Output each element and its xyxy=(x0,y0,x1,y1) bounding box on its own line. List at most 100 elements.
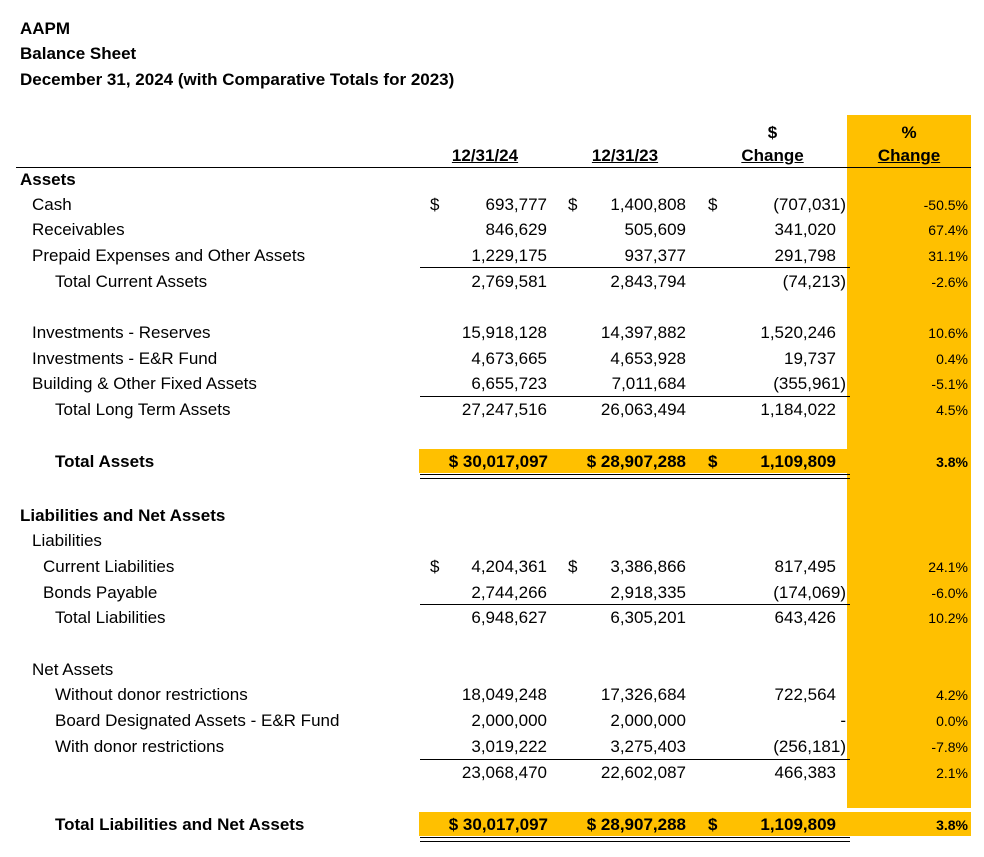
double-rule-total-assets xyxy=(420,474,850,479)
subtotal-rule-long-term-assets xyxy=(420,396,850,397)
value-2023: 937,377 xyxy=(624,246,686,265)
row-label: Net Assets xyxy=(32,660,114,679)
dollar-change: 291,798 xyxy=(774,246,836,265)
dollar-change: (74,213) xyxy=(782,272,846,291)
percent-change: 3.8% xyxy=(936,454,968,470)
col-header-pct-top: % xyxy=(901,123,917,142)
dollar-change: - xyxy=(840,711,846,730)
dollar-change: (174,069) xyxy=(773,583,846,602)
value-2023: 7,011,684 xyxy=(611,374,686,393)
value-2024: 2,744,266 xyxy=(471,583,547,602)
value-2024: 2,769,581 xyxy=(471,272,547,291)
value-2024: 3,019,222 xyxy=(471,737,547,756)
percent-change: 2.1% xyxy=(936,765,968,781)
row-label: Without donor restrictions xyxy=(55,685,248,704)
row-label: Investments - E&R Fund xyxy=(32,349,218,368)
percent-change: -50.5% xyxy=(923,197,968,213)
report-title: Balance Sheet xyxy=(20,44,137,63)
value-2024: 18,049,248 xyxy=(461,685,547,704)
report-period: December 31, 2024 (with Comparative Tota… xyxy=(20,70,455,89)
value-2023: 2,000,000 xyxy=(610,711,686,730)
row-label: Liabilities and Net Assets xyxy=(20,506,226,525)
value-2024: 2,000,000 xyxy=(471,711,547,730)
dollar-change: 643,426 xyxy=(774,608,836,627)
dollar-change: 19,737 xyxy=(784,349,836,368)
value-2023: 1,400,808 xyxy=(610,195,686,214)
currency-symbol: $ xyxy=(568,557,578,576)
percent-change: 31.1% xyxy=(928,248,968,264)
percent-change: 3.8% xyxy=(936,817,968,833)
dollar-change: (355,961) xyxy=(773,374,846,393)
row-label: Cash xyxy=(32,195,72,214)
col-header-2024: 12/31/24 xyxy=(451,146,519,165)
col-header-dollar-top: $ xyxy=(767,123,778,142)
row-label: Building & Other Fixed Assets xyxy=(32,374,257,393)
percent-change: -5.1% xyxy=(931,376,968,392)
dollar-change: 817,495 xyxy=(774,557,836,576)
currency-symbol: $ xyxy=(430,557,440,576)
value-2024: 4,204,361 xyxy=(471,557,547,576)
value-2023: 26,063,494 xyxy=(600,400,686,419)
percent-change: 67.4% xyxy=(928,222,968,238)
percent-change: 24.1% xyxy=(928,559,968,575)
value-2024: 693,777 xyxy=(485,195,547,214)
percent-change: 10.6% xyxy=(928,325,968,341)
dollar-change: 1,184,022 xyxy=(760,400,836,419)
currency-symbol: $ xyxy=(708,452,718,471)
value-2024: 1,229,175 xyxy=(471,246,547,265)
value-2024: 15,918,128 xyxy=(461,323,547,342)
percent-change: 10.2% xyxy=(928,610,968,626)
percent-change: 0.4% xyxy=(936,351,968,367)
org-name: AAPM xyxy=(20,19,71,38)
currency-symbol: $ xyxy=(568,195,578,214)
value-2024: 23,068,470 xyxy=(461,763,547,782)
currency-symbol: $ xyxy=(708,195,718,214)
value-2023: 3,275,403 xyxy=(610,737,686,756)
value-2023: 6,305,201 xyxy=(610,608,686,627)
value-2023: 2,918,335 xyxy=(610,583,686,602)
value-2024: 6,948,627 xyxy=(471,608,547,627)
double-rule-total-liab-net-assets xyxy=(420,837,850,842)
row-label: Total Liabilities xyxy=(55,608,166,627)
row-label: Board Designated Assets - E&R Fund xyxy=(55,711,340,730)
value-2024: 846,629 xyxy=(485,220,547,239)
row-label: Assets xyxy=(20,170,76,189)
row-label: Total Assets xyxy=(55,452,155,471)
dollar-change: 1,520,246 xyxy=(760,323,836,342)
percent-change: 4.2% xyxy=(936,687,968,703)
percent-change: 0.0% xyxy=(936,713,968,729)
value-2023: 4,653,928 xyxy=(610,349,686,368)
currency-symbol: $ xyxy=(430,195,440,214)
row-label: Total Long Term Assets xyxy=(55,400,231,419)
value-2023: 2,843,794 xyxy=(610,272,686,291)
col-header-2023: 12/31/23 xyxy=(591,146,659,165)
row-label: Current Liabilities xyxy=(43,557,175,576)
dollar-change: 341,020 xyxy=(774,220,836,239)
row-label: With donor restrictions xyxy=(55,737,225,756)
value-2023: $ 28,907,288 xyxy=(586,452,686,471)
percent-change: -7.8% xyxy=(931,739,968,755)
percent-change: -2.6% xyxy=(931,274,968,290)
currency-symbol: $ xyxy=(708,815,718,834)
header-rule xyxy=(16,167,971,168)
subtotal-rule-liabilities xyxy=(420,604,850,605)
row-label: Total Current Assets xyxy=(55,272,208,291)
value-2023: 505,609 xyxy=(624,220,686,239)
value-2024: 6,655,723 xyxy=(471,374,547,393)
value-2023: $ 28,907,288 xyxy=(586,815,686,834)
dollar-change: (256,181) xyxy=(773,737,846,756)
value-2024: $ 30,017,097 xyxy=(448,452,548,471)
row-label: Total Liabilities and Net Assets xyxy=(55,815,305,834)
value-2023: 22,602,087 xyxy=(600,763,686,782)
percent-change: 4.5% xyxy=(936,402,968,418)
col-header-dollar-change: Change xyxy=(741,146,804,165)
dollar-change: (707,031) xyxy=(773,195,846,214)
subtotal-rule-current-assets xyxy=(420,267,850,268)
percent-change: -6.0% xyxy=(931,585,968,601)
value-2024: 27,247,516 xyxy=(461,400,547,419)
dollar-change: 1,109,809 xyxy=(760,815,836,834)
row-label: Liabilities xyxy=(32,531,102,550)
dollar-change: 466,383 xyxy=(774,763,836,782)
dollar-change: 722,564 xyxy=(774,685,836,704)
value-2023: 17,326,684 xyxy=(600,685,686,704)
